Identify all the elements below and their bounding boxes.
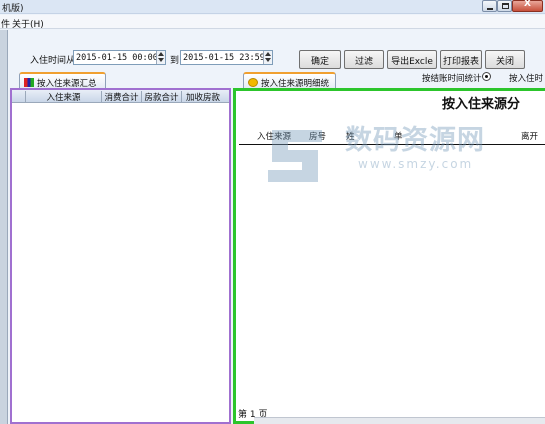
checkin-from-label: 入住时间从 bbox=[30, 56, 76, 66]
checkin-from-field[interactable]: 2015-01-15 00:00 bbox=[73, 50, 166, 65]
report-column-header: 单 bbox=[394, 132, 403, 142]
title-bar: 机版) X bbox=[0, 0, 545, 14]
checkin-to-field[interactable]: 2015-01-15 23:59 bbox=[180, 50, 273, 65]
from-spinner[interactable] bbox=[156, 51, 165, 64]
menu-bar: 件 关于(H) bbox=[0, 15, 545, 30]
row-indicator-header bbox=[12, 91, 26, 102]
coin-icon bbox=[248, 78, 258, 87]
close-icon: X bbox=[524, 0, 531, 9]
filter-button[interactable]: 过滤 bbox=[344, 50, 384, 69]
maximize-button[interactable] bbox=[497, 0, 512, 12]
menu-item-file[interactable]: 件 bbox=[1, 17, 10, 30]
summary-grid-header: 入住来源 消费合计 房款合计 加收房款 bbox=[12, 90, 229, 103]
tab-source-summary[interactable]: 按入住来源汇总 bbox=[19, 72, 106, 89]
side-strip bbox=[0, 30, 8, 424]
confirm-button[interactable]: 确定 bbox=[299, 50, 341, 69]
column-header[interactable]: 房款合计 bbox=[142, 91, 182, 103]
chart-icon bbox=[24, 78, 34, 87]
export-excel-button[interactable]: 导出Excle bbox=[387, 50, 437, 69]
minimize-button[interactable] bbox=[482, 0, 497, 12]
radio-checkin-label[interactable]: 按入住时 bbox=[509, 72, 543, 84]
spin-down-icon[interactable] bbox=[265, 58, 271, 62]
spin-up-icon[interactable] bbox=[265, 52, 271, 56]
radio-checkout-time[interactable] bbox=[482, 72, 491, 81]
checkin-to-value: 2015-01-15 23:59 bbox=[183, 53, 265, 63]
report-column-header: 房号 bbox=[309, 132, 327, 142]
report-preview[interactable]: 按入住来源分 入住来源 房号 姓 单 离开 第 1 页 bbox=[233, 88, 545, 424]
checkin-to-label: 到 bbox=[170, 56, 180, 66]
menu-item-about[interactable]: 关于(H) bbox=[12, 17, 44, 30]
report-column-header: 入住来源 bbox=[257, 132, 292, 142]
window-title: 机版) bbox=[2, 4, 24, 14]
report-title: 按入住来源分 bbox=[442, 97, 521, 112]
report-column-header: 离开 bbox=[521, 132, 539, 142]
column-header[interactable]: 加收房款 bbox=[182, 91, 224, 103]
to-spinner[interactable] bbox=[263, 51, 272, 64]
tab-source-detail[interactable]: 按入住来源明细统计 bbox=[243, 72, 336, 101]
column-header[interactable]: 入住来源 bbox=[26, 91, 102, 103]
close-button[interactable]: 关闭 bbox=[485, 50, 525, 69]
spin-down-icon[interactable] bbox=[158, 58, 164, 62]
print-report-button[interactable]: 打印报表 bbox=[440, 50, 482, 69]
report-column-header: 姓 bbox=[346, 132, 355, 142]
horizontal-scrollbar[interactable] bbox=[254, 417, 545, 424]
report-divider bbox=[239, 144, 545, 145]
maximize-icon bbox=[502, 3, 509, 9]
column-header[interactable]: 消费合计 bbox=[102, 91, 142, 103]
radio-checkout-label: 按结账时间统计 bbox=[422, 74, 482, 84]
close-window-button[interactable]: X bbox=[512, 0, 543, 12]
checkin-from-value: 2015-01-15 00:00 bbox=[76, 53, 158, 63]
minimize-icon bbox=[487, 8, 493, 10]
summary-grid[interactable]: 入住来源 消费合计 房款合计 加收房款 bbox=[10, 88, 231, 424]
spin-up-icon[interactable] bbox=[158, 52, 164, 56]
